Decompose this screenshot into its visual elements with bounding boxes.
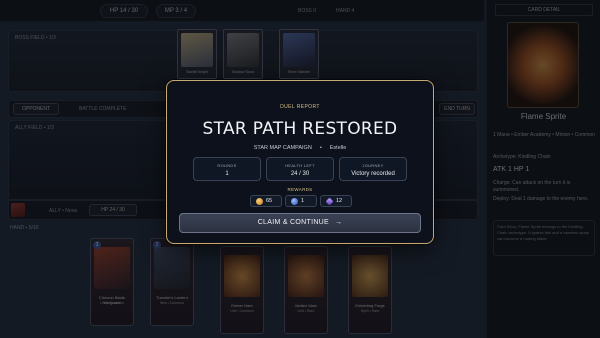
card-type: Spell • Rare: [360, 309, 380, 313]
reward-value: 1: [301, 198, 305, 204]
card-type: Unit • Common: [100, 301, 124, 305]
mana-cost-badge: 3: [93, 241, 101, 249]
card-art: [227, 33, 259, 67]
card-name: Shadow Scout: [231, 70, 255, 74]
reward-value: 12: [336, 198, 343, 204]
card-name: Starfall Knight: [186, 70, 208, 74]
card-art: [94, 247, 130, 289]
campaign-name: STAR MAP CAMPAIGN: [253, 145, 312, 151]
claim-label: CLAIM & CONTINUE: [257, 219, 329, 226]
card-detail-art: [507, 22, 579, 108]
stat-value: 24 / 30: [290, 171, 310, 177]
hand-label: HAND • 5/10: [10, 225, 39, 231]
top-status-bar: HP 14 / 30 MP 3 / 4 BOSS II HAND 4: [0, 0, 484, 22]
hand-card[interactable]: Ember Hare Unit • Common: [220, 246, 264, 334]
ally-field-label: ALLY FIELD • 1/3: [15, 125, 54, 131]
card-name: Ember Hare: [231, 303, 253, 308]
card-art: [283, 33, 315, 67]
hand-card[interactable]: Emberling Forge Spell • Rare: [348, 246, 392, 334]
hand-card[interactable]: 2 Traveler's Lantern Item • Common: [150, 238, 194, 326]
battle-status: BATTLE COMPLETE: [79, 106, 127, 112]
stat-rounds: ROUNDS 1: [193, 157, 261, 181]
sidebar-header: CARD DETAIL: [495, 4, 593, 16]
card-ability-charge: Charge: Can attack on the turn it is sum…: [493, 180, 571, 193]
stat-journey: JOURNEY Victory recorded: [339, 157, 407, 181]
hand-count-label: HAND 4: [336, 8, 355, 14]
avatar: [11, 203, 25, 217]
enemy-card[interactable]: Shadow Scout: [223, 29, 263, 79]
card-name: Storm Warden: [287, 70, 311, 74]
card-art: [352, 255, 388, 297]
claim-continue-button[interactable]: CLAIM & CONTINUE →: [179, 213, 421, 233]
stat-value: Victory recorded: [351, 171, 395, 177]
end-turn-button[interactable]: END TURN: [439, 103, 475, 115]
card-art: [181, 33, 213, 67]
hand-card[interactable]: 3 Crimson Blade Vanguard Unit • Common: [90, 238, 134, 326]
card-ability-deploy: Deploy: Deal 1 damage to the enemy hero.: [493, 196, 589, 202]
stat-label: ROUNDS: [217, 163, 237, 168]
card-detail-sidebar: CARD DETAIL Flame Sprite 1 Mana • Ember …: [486, 0, 600, 338]
card-art: [224, 255, 260, 297]
player-name: ALLY • Nova: [49, 208, 77, 214]
card-art: [154, 247, 190, 289]
player-name: Estelle: [329, 145, 347, 151]
player-hp: HP 24 / 30: [89, 204, 137, 216]
enemy-field-label: BOSS FIELD • 1/3: [15, 35, 56, 41]
modal-title: STAR PATH RESTORED: [202, 119, 398, 139]
star-crystal-icon: [291, 198, 298, 205]
card-type: Item • Common: [159, 301, 185, 305]
gold-coin-icon: [256, 198, 263, 205]
card-type: Unit • Rare: [297, 309, 315, 313]
card-name: Traveler's Lantern: [156, 295, 188, 300]
hp-pill: HP 14 / 30: [100, 4, 148, 18]
mp-pill: MP 3 / 4: [156, 4, 196, 18]
duel-report-modal: DUEL REPORT STAR PATH RESTORED STAR MAP …: [166, 80, 434, 244]
hand-card[interactable]: Molten Maw Unit • Rare: [284, 246, 328, 334]
separator: •: [319, 145, 322, 151]
reward-gold: 65: [250, 195, 282, 207]
card-name: Emberling Forge: [355, 303, 385, 308]
card-detail-name: Flame Sprite: [520, 112, 567, 121]
gem-shard-icon: [325, 197, 334, 206]
modal-subtitle: STAR MAP CAMPAIGN • Estelle: [167, 145, 433, 151]
card-stats: ATK 1 HP 1: [493, 166, 530, 173]
opponent-button[interactable]: OPPONENT: [13, 103, 59, 115]
card-flavor-text: Card Story: Flame Sprite belongs to the …: [493, 220, 595, 256]
mana-cost-badge: 2: [153, 241, 161, 249]
stat-value: 1: [225, 171, 229, 177]
card-name: Molten Maw: [295, 303, 317, 308]
reward-gem: 12: [320, 195, 352, 207]
modal-label: DUEL REPORT: [280, 104, 320, 110]
card-type: Unit • Common: [230, 309, 254, 313]
card-art: [288, 255, 324, 297]
enemy-card[interactable]: Starfall Knight: [177, 29, 217, 79]
reward-crystal: 1: [285, 195, 317, 207]
card-type-line: 1 Mana • Ember Academy • Minion • Common: [493, 132, 595, 138]
stat-label: HEALTH LEFT: [285, 163, 315, 168]
rewards-label: REWARDS: [287, 187, 313, 192]
card-archetype: Archetype: Kindling Chain: [493, 154, 551, 160]
enemy-card[interactable]: Storm Warden: [279, 29, 319, 79]
arrow-right-icon: →: [335, 219, 343, 226]
stat-health-left: HEALTH LEFT 24 / 30: [266, 157, 334, 181]
stat-label: JOURNEY: [362, 163, 384, 168]
reward-value: 65: [266, 198, 273, 204]
turn-label: BOSS II: [298, 8, 317, 14]
